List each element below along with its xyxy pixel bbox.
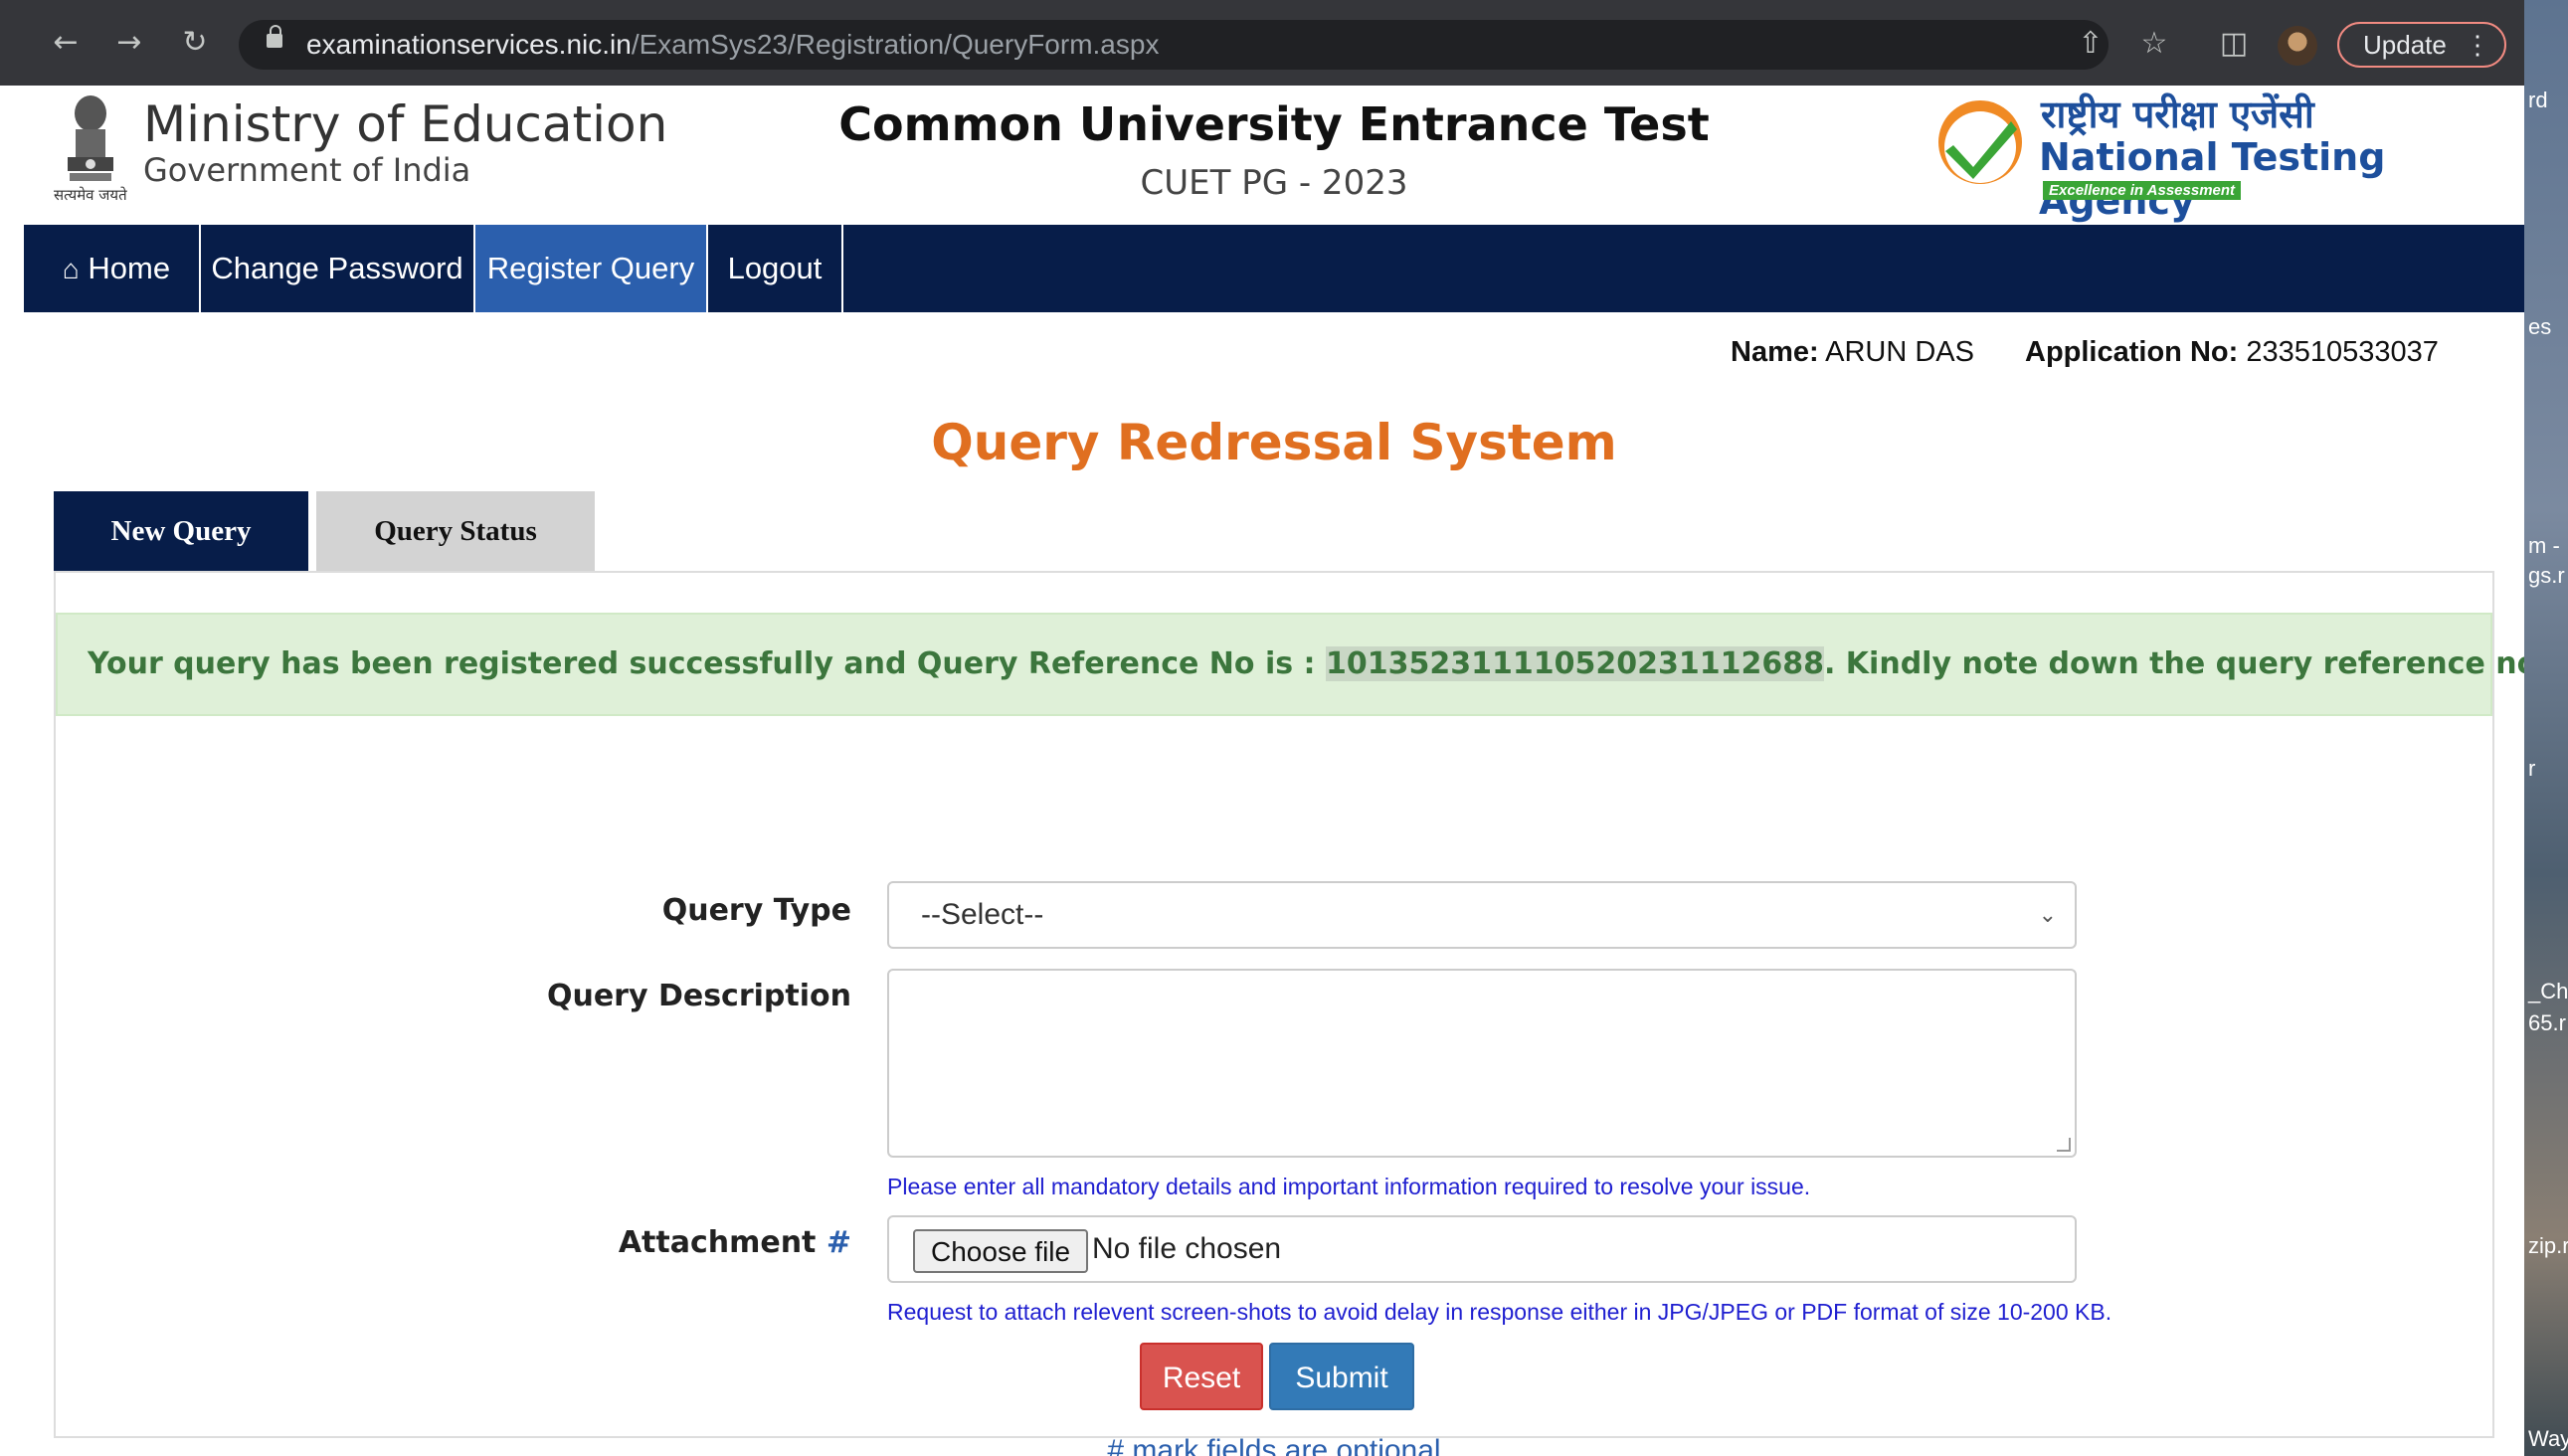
desktop-label: m - [2528,533,2560,558]
user-name-value: ARUN DAS [1825,336,1974,368]
alert-prefix: Your query has been registered successfu… [88,646,1326,681]
nav-logout-label: Logout [727,251,823,285]
desktop-label: es [2528,314,2552,339]
page-title: Query Redressal System [931,414,1617,471]
tab-new-query[interactable]: New Query [54,491,308,571]
desktop-background: rd es m - gs.r r _Ch 65.r zip.r Way [2524,0,2568,1456]
desktop-label: Way [2528,1426,2568,1451]
success-alert: Your query has been registered successfu… [56,613,2524,716]
no-file-text: No file chosen [1092,1232,1282,1265]
desktop-label: zip.r [2528,1233,2568,1258]
reload-icon[interactable]: ↻ [177,25,213,61]
nav-register-query-label: Register Query [486,251,695,285]
application-number-value: 233510533037 [2246,336,2439,368]
user-name-label: Name: [1731,336,1819,368]
url-host: examinationservices.nic.in [306,29,632,60]
share-icon[interactable]: ⇧ [2071,24,2110,64]
query-description-textarea[interactable] [887,969,2077,1158]
profile-avatar[interactable] [2278,26,2317,66]
nav-home[interactable]: ⌂ Home [24,225,201,312]
desktop-label: gs.r [2528,563,2565,588]
address-bar[interactable]: examinationservices.nic.in/ExamSys23/Reg… [239,20,2109,70]
desktop-label: _Ch [2528,979,2568,1003]
home-icon: ⌂ [62,254,80,284]
query-description-help: Please enter all mandatory details and i… [887,1174,1811,1199]
agency-tagline: Excellence in Assessment [2043,181,2242,200]
side-panel-icon[interactable]: ◫ [2214,24,2254,64]
update-button[interactable]: Update ⋮ [2337,22,2506,68]
query-type-selected: --Select-- [921,898,1044,931]
query-type-select[interactable]: --Select-- ⌄ [887,881,2077,949]
update-label: Update [2363,30,2447,60]
web-page: सत्यमेव जयते Ministry of Education Gover… [24,86,2524,1456]
menu-dots-icon[interactable]: ⋮ [2465,24,2490,66]
browser-window: ← → ↻ examinationservices.nic.in/ExamSys… [0,0,2524,1456]
nav-change-password-label: Change Password [211,251,463,285]
query-description-label: Query Description [546,979,851,1013]
agency-english-name: National Testing Agency [2039,135,2386,223]
desktop-label: r [2528,756,2536,781]
bookmark-star-icon[interactable]: ☆ [2134,24,2174,64]
query-type-label: Query Type [661,893,851,928]
application-number-info: Application No: 233510533037 [2025,336,2439,369]
desktop-label: rd [2528,88,2548,112]
nav-change-password[interactable]: Change Password [201,225,475,312]
browser-toolbar: ← → ↻ examinationservices.nic.in/ExamSys… [0,0,2524,86]
attachment-file-input[interactable]: Choose file No file chosen [887,1215,2077,1283]
url-text[interactable]: examinationservices.nic.in/ExamSys23/Reg… [306,20,1159,70]
forward-icon[interactable]: → [111,25,147,61]
optional-mark: # [825,1225,851,1260]
nav-logout[interactable]: Logout [708,225,843,312]
tab-query-status[interactable]: Query Status [316,491,595,571]
submit-button[interactable]: Submit [1269,1343,1414,1410]
nta-logo-icon [1938,100,2022,184]
nav-home-label: Home [88,251,171,285]
chevron-down-icon: ⌄ [2038,902,2057,927]
user-name-info: Name: ARUN DAS [1731,336,1974,369]
agency-hindi-name: राष्ट्रीय परीक्षा एजेंसी [2041,92,2314,136]
choose-file-button[interactable]: Choose file [913,1229,1089,1273]
alert-suffix: . Kindly note down the query reference n… [1823,646,2524,681]
attachment-label-text: Attachment [618,1225,817,1260]
attachment-label: Attachment # [56,1225,851,1260]
query-form-panel: Your query has been registered successfu… [54,571,2524,1456]
desktop-label: 65.r [2528,1010,2566,1035]
lock-icon [267,25,282,48]
main-nav: ⌂ Home Change Password Register Query Lo… [24,225,2524,312]
optional-fields-note: # mark fields are optional [1107,1434,1441,1456]
reset-button[interactable]: Reset [1140,1343,1263,1410]
query-reference-number: 101352311110520231112688 [1325,646,1824,681]
nav-register-query[interactable]: Register Query [475,225,708,312]
application-number-label: Application No: [2025,336,2239,368]
url-path: /ExamSys23/Registration/QueryForm.aspx [631,29,1160,60]
attachment-help: Request to attach relevent screen-shots … [887,1299,2112,1325]
back-icon[interactable]: ← [48,25,84,61]
